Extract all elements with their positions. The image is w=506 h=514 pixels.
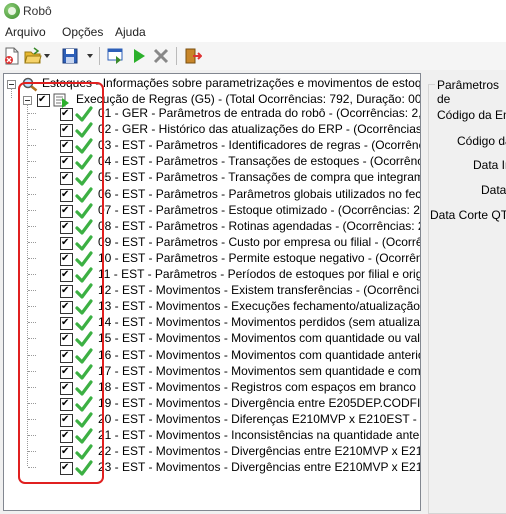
rule-item-label[interactable]: 04 - EST - Parâmetros - Transações de es… <box>98 153 420 169</box>
rule-item-label[interactable]: 01 - GER - Parâmetros de entrada do robô… <box>98 105 420 121</box>
menu-opcoes[interactable]: Opções <box>62 25 103 39</box>
parameters-groupbox <box>428 84 506 514</box>
rule-item-label[interactable]: 14 - EST - Movimentos - Movimentos perdi… <box>98 314 420 330</box>
field-data-inicial: Data In <box>473 158 506 172</box>
window-title: Robô <box>23 4 52 18</box>
menu-bar: Arquivo Opções Ajuda <box>0 22 506 42</box>
field-codigo-filial: Código da <box>457 134 506 148</box>
run-window-icon[interactable] <box>107 47 125 65</box>
open-dropdown-icon[interactable] <box>44 54 50 58</box>
rule-item-label[interactable]: 09 - EST - Parâmetros - Custo por empres… <box>98 234 420 250</box>
toolbar-separator <box>99 47 100 65</box>
save-icon[interactable] <box>61 47 79 65</box>
rule-item-label[interactable]: 06 - EST - Parâmetros - Parâmetros globa… <box>98 186 420 202</box>
rule-item-label[interactable]: 18 - EST - Movimentos - Registros com es… <box>98 379 420 395</box>
rule-item-label[interactable]: 21 - EST - Movimentos - Inconsistências … <box>98 427 420 443</box>
rule-item-label[interactable]: 11 - EST - Parâmetros - Períodos de esto… <box>98 266 420 282</box>
rule-item-label[interactable]: 07 - EST - Parâmetros - Estoque otimizad… <box>98 202 420 218</box>
menu-ajuda[interactable]: Ajuda <box>115 25 146 39</box>
field-data: Data <box>481 183 506 197</box>
stop-icon[interactable] <box>152 47 170 65</box>
menu-arquivo[interactable]: Arquivo <box>5 25 46 39</box>
rule-item-label[interactable]: 23 - EST - Movimentos - Divergências ent… <box>98 459 420 475</box>
rule-item-label[interactable]: 13 - EST - Movimentos - Execuções fecham… <box>98 298 420 314</box>
field-codigo-empresa: Código da Emp <box>437 108 506 122</box>
rule-item-label[interactable]: 22 - EST - Movimentos - Divergências ent… <box>98 443 420 459</box>
toolbar <box>0 42 506 70</box>
rule-item-label[interactable]: 15 - EST - Movimentos - Movimentos com q… <box>98 330 420 346</box>
open-folder-icon[interactable] <box>24 47 42 65</box>
rule-item-label[interactable]: 19 - EST - Movimentos - Divergência entr… <box>98 395 420 411</box>
rule-item-label[interactable]: 16 - EST - Movimentos - Movimentos com q… <box>98 347 420 363</box>
rule-item-label[interactable]: 17 - EST - Movimentos - Movimentos sem q… <box>98 363 420 379</box>
rule-item-label[interactable]: 12 - EST - Movimentos - Existem transfer… <box>98 282 420 298</box>
save-dropdown-icon[interactable] <box>87 54 93 58</box>
rule-item-label[interactable]: 08 - EST - Parâmetros - Rotinas agendada… <box>98 218 420 234</box>
new-file-icon[interactable] <box>3 47 21 65</box>
selection-highlight <box>18 82 104 484</box>
rule-item-label[interactable]: 02 - GER - Histórico das atualizações do… <box>98 121 420 137</box>
toolbar-separator <box>176 47 177 65</box>
app-icon <box>4 3 20 19</box>
play-icon[interactable] <box>130 47 148 65</box>
rule-item-label[interactable]: 10 - EST - Parâmetros - Permite estoque … <box>98 250 420 266</box>
rule-item-label[interactable]: 20 - EST - Movimentos - Diferenças E210M… <box>98 411 420 427</box>
title-bar: Robô <box>0 0 506 22</box>
rule-item-label[interactable]: 03 - EST - Parâmetros - Identificadores … <box>98 137 420 153</box>
field-data-corte-qtd: Data Corte QTD <box>430 208 506 222</box>
rule-item-label[interactable]: 05 - EST - Parâmetros - Transações de co… <box>98 169 420 185</box>
exit-icon[interactable] <box>184 47 202 65</box>
parameters-group-title: Parâmetros de <box>435 78 506 106</box>
